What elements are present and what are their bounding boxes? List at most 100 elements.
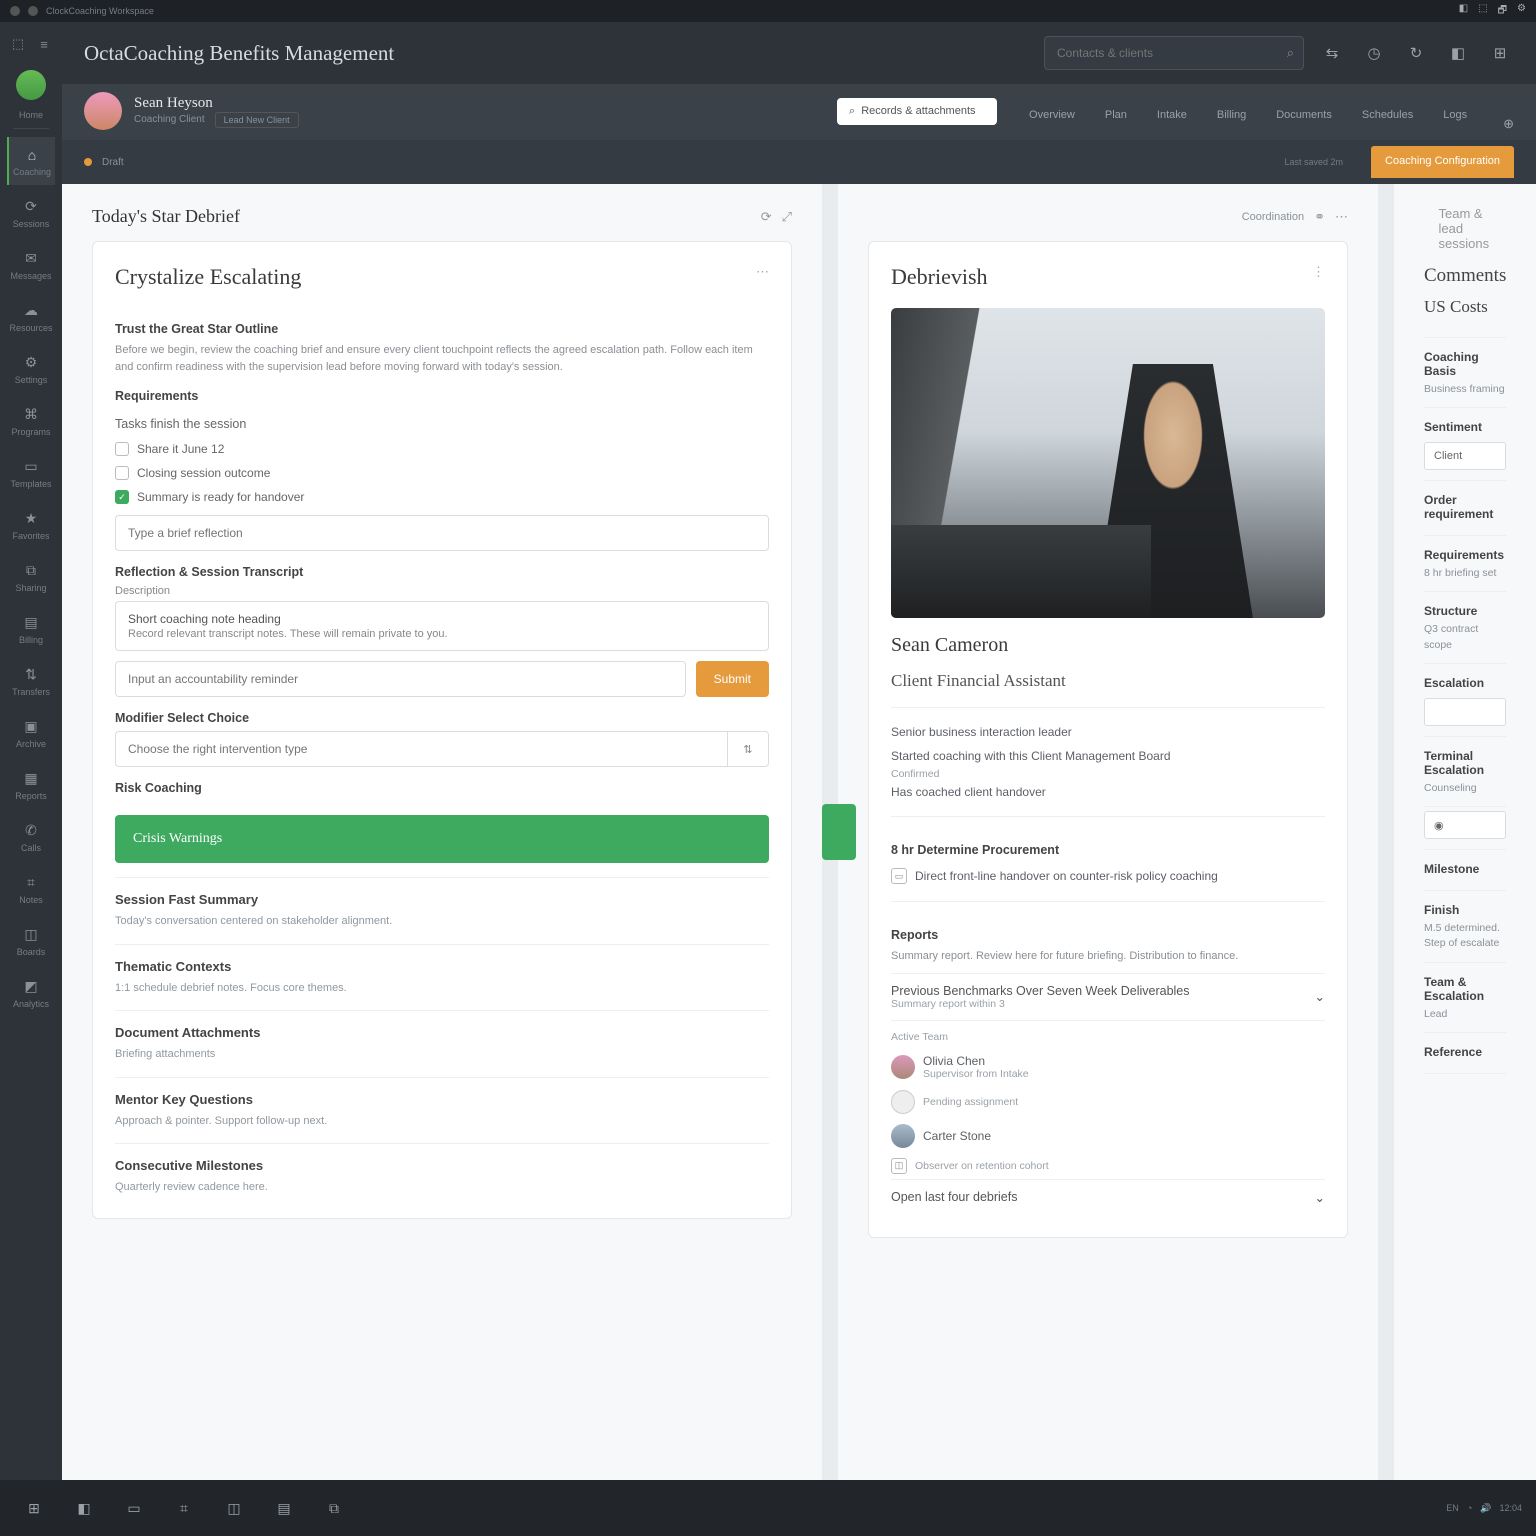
rail-menu-icon[interactable]: ≡ (36, 32, 52, 56)
notes-textarea[interactable]: Short coaching note heading Record relev… (115, 601, 769, 651)
os-app-title: ClockCoaching Workspace (46, 6, 154, 16)
observer-icon: ◫ (891, 1158, 907, 1174)
tab-logs[interactable]: Logs (1429, 100, 1481, 132)
rail-icon: ▣ (22, 718, 40, 736)
rail-item-templates[interactable]: ▭Templates (7, 449, 55, 497)
person-row[interactable]: Pending assignment (891, 1085, 1325, 1119)
rail-item-notes[interactable]: ⌗Notes (7, 865, 55, 913)
app-header: OctaCoaching Benefits Management ⌕ ⇆ ◷ ↻… (62, 22, 1536, 84)
rail-item-sharing[interactable]: ⧉Sharing (7, 553, 55, 601)
card-more-icon[interactable]: ⋯ (756, 264, 769, 280)
tab-documents[interactable]: Documents (1262, 100, 1346, 132)
rail-item-reports[interactable]: ▦Reports (7, 761, 55, 809)
section-more-icon[interactable]: ⋯ (1335, 209, 1348, 225)
client-status-chip[interactable]: Lead New Client (215, 112, 299, 128)
modifier-sort-icon[interactable]: ⇅ (728, 731, 769, 767)
list-block: Session Fast SummaryToday's conversation… (115, 877, 769, 930)
tab-config-active[interactable]: Coaching Configuration (1371, 146, 1514, 178)
footer-link[interactable]: Open last four debriefs ⌄ (891, 1179, 1325, 1215)
checkbox-icon[interactable] (115, 466, 129, 480)
client-avatar[interactable] (84, 92, 122, 130)
reflection-input[interactable] (115, 515, 769, 551)
person-row[interactable]: Olivia ChenSupervisor from Intake (891, 1049, 1325, 1085)
rail-item-messages[interactable]: ✉Messages (7, 241, 55, 289)
accountability-input[interactable] (115, 661, 686, 697)
collapse-benchmarks[interactable]: Previous Benchmarks Over Seven Week Deli… (891, 973, 1325, 1020)
status-label: Draft (102, 157, 124, 168)
checklist-item[interactable]: Share it June 12 (115, 437, 769, 461)
section-ref-label: Coordination (1242, 211, 1304, 223)
header-tool-refresh-icon[interactable]: ↻ (1402, 39, 1430, 67)
radio-input[interactable] (1424, 811, 1506, 839)
sentiment-input[interactable] (1424, 442, 1506, 470)
rail-app-icon[interactable]: ⬚ (10, 32, 26, 56)
rail-item-analytics[interactable]: ◩Analytics (7, 969, 55, 1017)
info-sub: Confirmed (891, 768, 1325, 780)
escalation-input[interactable] (1424, 698, 1506, 726)
rail-item-billing[interactable]: ▤Billing (7, 605, 55, 653)
person-row[interactable]: ◫Observer on retention cohort (891, 1153, 1325, 1179)
rail-item-calls[interactable]: ✆Calls (7, 813, 55, 861)
submit-button[interactable]: Submit (696, 661, 769, 697)
os-app-icon[interactable] (10, 6, 20, 16)
page-title: OctaCoaching Benefits Management (84, 41, 1030, 66)
rail-item-archive[interactable]: ▣Archive (7, 709, 55, 757)
section-refresh-icon[interactable]: ⟳ (761, 209, 772, 225)
tab-schedules[interactable]: Schedules (1348, 100, 1427, 132)
r-label: Escalation (1424, 676, 1506, 690)
header-tool-clock-icon[interactable]: ◷ (1360, 39, 1388, 67)
tray-icon[interactable]: 🗗 (1498, 3, 1507, 20)
tab-intake[interactable]: Intake (1143, 100, 1201, 132)
taskbar-app-icon[interactable]: ◫ (214, 1488, 254, 1528)
tray-icon[interactable]: ⚙ (1517, 3, 1526, 20)
rail-icon: ⌗ (22, 874, 40, 892)
search-icon[interactable]: ⌕ (1287, 45, 1294, 61)
taskbar-app-icon[interactable]: ⌗ (164, 1488, 204, 1528)
header-tool-panel-icon[interactable]: ◧ (1444, 39, 1472, 67)
checklist-item[interactable]: Closing session outcome (115, 461, 769, 485)
tray-icon[interactable]: ⬚ (1478, 3, 1487, 20)
checklist-item[interactable]: ✓Summary is ready for handover (115, 485, 769, 509)
record-search[interactable]: ⌕ Records & attachments (837, 98, 997, 125)
tab-billing[interactable]: Billing (1203, 100, 1260, 132)
rail-item-resources[interactable]: ☁Resources (7, 293, 55, 341)
header-tool-swap-icon[interactable]: ⇆ (1318, 39, 1346, 67)
taskbar-start-icon[interactable]: ⊞ (14, 1488, 54, 1528)
block-body: Today's conversation centered on stakeho… (115, 913, 769, 930)
rail-item-sessions[interactable]: ⟳Sessions (7, 189, 55, 237)
rail-item-programs[interactable]: ⌘Programs (7, 397, 55, 445)
taskbar-clock[interactable]: 12:04 (1499, 1503, 1522, 1513)
rail-item-favorites[interactable]: ★Favorites (7, 501, 55, 549)
right-panel-title: US Costs (1424, 297, 1506, 317)
rail-item-transfers[interactable]: ⇅Transfers (7, 657, 55, 705)
r-sub: M.5 determined. Step of escalate (1424, 921, 1506, 951)
os-app-icon-2[interactable] (28, 6, 38, 16)
taskbar-volume-icon[interactable]: 🔊 (1480, 1503, 1491, 1514)
taskbar-app-icon[interactable]: ⧉ (314, 1488, 354, 1528)
modifier-select[interactable] (115, 731, 728, 767)
checkbox-icon[interactable] (115, 442, 129, 456)
taskbar-lang[interactable]: EN (1446, 1503, 1459, 1513)
tab-add-icon[interactable]: ⊕ (1503, 116, 1514, 132)
crisis-warnings-button[interactable]: Crisis Warnings (115, 815, 769, 863)
section-expand-icon[interactable]: ⤢ (782, 209, 792, 225)
global-search-input[interactable] (1044, 36, 1304, 70)
taskbar-network-icon[interactable]: ◔ (1467, 1503, 1472, 1513)
taskbar-app-icon[interactable]: ◧ (64, 1488, 104, 1528)
taskbar-app-icon[interactable]: ▤ (264, 1488, 304, 1528)
tab-overview[interactable]: Overview (1015, 100, 1089, 132)
status-row: Draft Last saved 2m Coaching Configurati… (62, 140, 1536, 184)
taskbar-app-icon[interactable]: ▭ (114, 1488, 154, 1528)
tray-icon[interactable]: ◧ (1459, 3, 1468, 20)
rail-item-coaching[interactable]: ⌂ Coaching (7, 137, 55, 185)
section-people-icon[interactable]: ⚭ (1314, 209, 1325, 225)
column-drag-handle[interactable] (822, 804, 856, 860)
rail-item-settings[interactable]: ⚙Settings (7, 345, 55, 393)
tab-plan[interactable]: Plan (1091, 100, 1141, 132)
rail-item-boards[interactable]: ◫Boards (7, 917, 55, 965)
card-more-icon[interactable]: ⋮ (1312, 264, 1325, 280)
header-tool-grid-icon[interactable]: ⊞ (1486, 39, 1514, 67)
checkbox-checked-icon[interactable]: ✓ (115, 490, 129, 504)
rail-avatar[interactable] (16, 70, 46, 100)
person-row[interactable]: Carter Stone (891, 1119, 1325, 1153)
